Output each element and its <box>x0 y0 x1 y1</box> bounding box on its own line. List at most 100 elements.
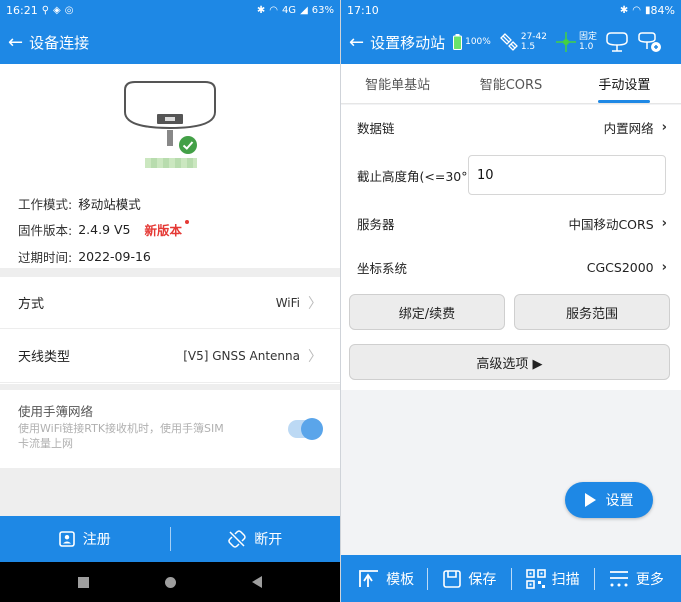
play-icon <box>584 493 596 507</box>
scan-label: 扫描 <box>551 571 580 588</box>
battery-level: 84% <box>650 3 675 17</box>
more-button[interactable]: 更多 <box>595 569 677 589</box>
device-illustration <box>0 64 340 188</box>
method-label: 方式 <box>18 297 45 312</box>
coordinate-label: 坐标系统 <box>357 260 408 276</box>
status-time: 17:10 <box>347 3 379 17</box>
wifi-icon: ◠ <box>632 4 642 16</box>
phone-network-title: 使用手簿网络 <box>18 404 94 419</box>
datalink-label: 数据链 <box>357 120 395 136</box>
receiver-battery-indicator: 100% <box>453 34 491 50</box>
page-title: 设置移动站 <box>370 33 446 52</box>
base-indicator <box>637 31 663 53</box>
server-row[interactable]: 服务器 中国移动CORS › <box>341 201 681 245</box>
sync-icon: ◈ <box>53 4 61 16</box>
antenna-value: [V5] GNSS Antenna <box>183 348 300 363</box>
expire-row: 过期时间: 2022-09-16 <box>18 247 151 266</box>
back-icon[interactable] <box>252 576 262 588</box>
fix-value: 1.0 <box>579 42 594 52</box>
unlink-icon <box>228 530 246 548</box>
expire-label: 过期时间: <box>18 250 73 265</box>
firmware-label: 固件版本: <box>18 223 73 238</box>
connected-check-icon <box>179 136 197 154</box>
rover-indicator <box>605 31 629 53</box>
left-bottom-bar: 注册 断开 <box>0 516 340 562</box>
new-version-link[interactable]: 新版本 <box>145 220 189 239</box>
coordinate-row[interactable]: 坐标系统 CGCS2000 › <box>341 245 681 289</box>
firmware-row: 固件版本: 2.4.9 V5 新版本 <box>18 220 189 239</box>
toggle-knob <box>301 418 323 440</box>
base-connect-icon <box>638 32 662 52</box>
more-label: 更多 <box>635 571 664 588</box>
save-button[interactable]: 保存 <box>428 569 510 589</box>
status-bar: 16:21 ⚲ ◈ ◎ ✱ ◠ 4G ◢ 63% <box>0 0 340 20</box>
app-bar: ← 设备连接 <box>0 20 340 64</box>
back-arrow-icon[interactable]: ← <box>341 32 370 53</box>
method-value: WiFi <box>275 295 300 310</box>
cutoff-angle-input[interactable] <box>468 155 666 195</box>
status-time: 16:21 <box>6 3 38 17</box>
set-button[interactable]: 设置 <box>565 482 653 518</box>
wifi-icon: ◠ <box>269 4 278 16</box>
android-nav-bar <box>0 562 340 602</box>
scan-button[interactable]: 扫描 <box>512 568 594 589</box>
chevron-right-icon: › <box>661 215 667 231</box>
qr-scan-icon <box>525 568 546 589</box>
work-mode-value: 移动站模式 <box>78 197 141 212</box>
tab-manual-settings[interactable]: 手动设置 <box>568 64 681 103</box>
work-mode-row: 工作模式: 移动站模式 <box>18 194 141 213</box>
register-button[interactable]: 注册 <box>0 529 170 549</box>
work-mode-label: 工作模式: <box>18 197 73 212</box>
tab-smart-base[interactable]: 智能单基站 <box>341 64 454 103</box>
page-title: 设备连接 <box>29 33 90 52</box>
location-icon: ⚲ <box>41 4 50 16</box>
register-label: 注册 <box>82 532 111 548</box>
battery-level: 63% <box>311 4 334 16</box>
signal-icon: ◢ <box>300 4 308 16</box>
home-icon[interactable] <box>165 576 176 588</box>
rover-setup-screen: 17:10 ✱ ◠ ▮ 84% ← 设置移动站 100% 27-42 1.5 固… <box>341 0 681 602</box>
service-coverage-button[interactable]: 服务范围 <box>514 294 670 330</box>
empty-area <box>0 468 340 516</box>
satellite-indicator: 27-42 1.5 <box>499 32 547 52</box>
antenna-row[interactable]: 天线类型 [V5] GNSS Antenna 〉 <box>0 329 340 383</box>
register-icon <box>58 531 75 547</box>
nfc-icon: ◎ <box>64 4 74 16</box>
save-label: 保存 <box>468 571 497 588</box>
chevron-right-icon: › <box>661 119 667 135</box>
chevron-right-icon: 〉 <box>308 348 322 365</box>
status-bar: 17:10 ✱ ◠ ▮ 84% <box>341 0 681 20</box>
receiver-icon <box>124 81 216 146</box>
recents-icon[interactable] <box>78 576 89 588</box>
advanced-options-button[interactable]: 高级选项 ▶ <box>349 344 670 380</box>
chevron-right-icon: 〉 <box>308 295 322 312</box>
section-divider <box>0 268 340 277</box>
server-value: 中国移动CORS <box>568 216 654 232</box>
menu-icon <box>609 570 628 586</box>
method-row[interactable]: 方式 WiFi 〉 <box>0 277 340 329</box>
bluetooth-icon: ✱ <box>619 4 629 16</box>
set-label: 设置 <box>605 493 634 509</box>
fix-indicator: 固定 1.0 <box>555 31 597 53</box>
pdop-value: 1.5 <box>520 42 536 52</box>
tab-smart-cors[interactable]: 智能CORS <box>454 64 567 103</box>
template-button[interactable]: 模板 <box>345 569 427 589</box>
datalink-value: 内置网络 <box>603 120 654 136</box>
firmware-value: 2.4.9 V5 <box>78 222 131 237</box>
save-icon <box>443 569 462 588</box>
server-label: 服务器 <box>357 216 395 232</box>
phone-network-toggle[interactable] <box>288 418 323 440</box>
mode-tabs: 智能单基站 智能CORS 手动设置 <box>341 64 681 104</box>
satellite-icon <box>499 33 518 51</box>
phone-network-description: 使用WiFi链接RTK接收机时，使用手簿SIM卡流量上网 <box>18 422 224 450</box>
receiver-battery-value: 100% <box>465 37 491 47</box>
chevron-right-icon: › <box>661 259 667 275</box>
receiver-status-icon <box>606 32 628 52</box>
datalink-row[interactable]: 数据链 内置网络 › <box>341 105 681 149</box>
back-arrow-icon[interactable]: ← <box>0 32 29 53</box>
app-bar: ← 设置移动站 100% 27-42 1.5 固定 1.0 <box>341 20 681 64</box>
device-serial-bar <box>145 158 197 168</box>
bind-renew-button[interactable]: 绑定/续费 <box>349 294 505 330</box>
disconnect-button[interactable]: 断开 <box>171 529 341 549</box>
template-icon <box>359 569 379 587</box>
